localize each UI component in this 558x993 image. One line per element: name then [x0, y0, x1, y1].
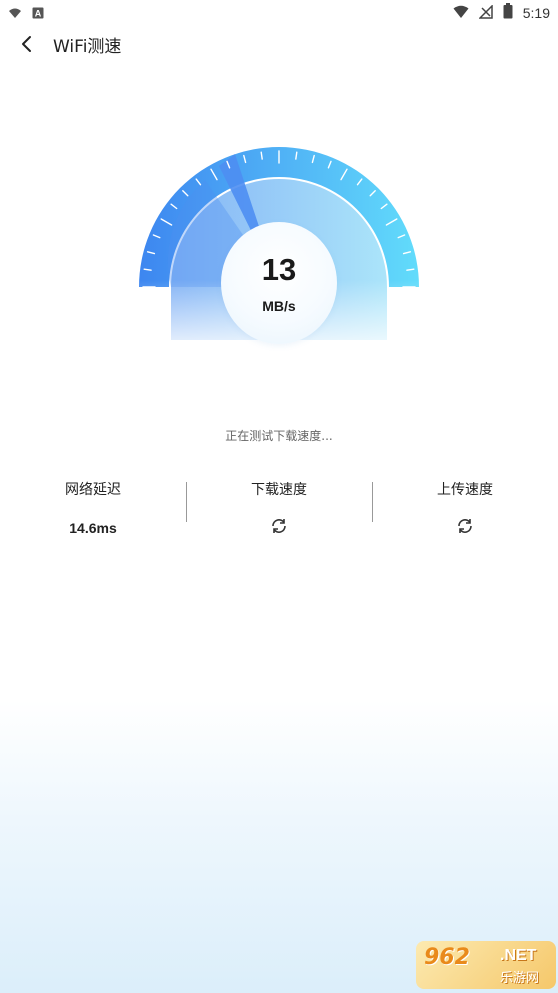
upload-label: 上传速度 — [437, 482, 493, 498]
loading-refresh-icon — [455, 516, 475, 536]
status-bar-right: 5:19 — [453, 3, 550, 23]
watermark-logo: 962 .NET 乐游网 — [416, 941, 556, 989]
latency-stat: 网络延迟 14.6ms — [0, 480, 186, 536]
gauge-tick — [143, 268, 152, 271]
latency-label: 网络延迟 — [65, 482, 121, 498]
gauge-tick — [260, 151, 263, 160]
upload-stat: 上传速度 — [372, 480, 558, 540]
speed-unit: MB/s — [262, 298, 296, 314]
download-label: 下载速度 — [251, 482, 307, 498]
speed-gauge: 13 MB/s — [135, 140, 423, 360]
back-button[interactable] — [14, 32, 38, 56]
stats-row: 网络延迟 14.6ms 下载速度 上传速度 — [0, 480, 558, 536]
page-title: WiFi测速 — [53, 37, 122, 57]
chevron-left-icon — [22, 36, 31, 52]
speed-value: 13 — [261, 252, 297, 287]
gauge-tick — [295, 151, 298, 160]
cellular-signal-icon — [477, 3, 493, 23]
wifi-icon — [8, 4, 22, 23]
status-bar: A 5:19 — [0, 0, 558, 24]
app-bar: WiFi测速 — [0, 24, 558, 64]
status-time: 5:19 — [522, 5, 550, 21]
speed-readout-circle: 13 MB/s — [221, 222, 337, 344]
watermark-net: .NET — [500, 947, 537, 964]
test-status-text: 正在测试下载速度... — [225, 429, 333, 443]
download-stat: 下载速度 — [186, 480, 372, 540]
wifi-signal-icon — [453, 4, 469, 23]
status-bar-left: A — [8, 4, 44, 23]
loading-refresh-icon — [269, 516, 289, 536]
latency-value: 14.6ms — [69, 520, 117, 536]
watermark-brand: 962 — [424, 945, 470, 970]
gauge-tick — [406, 268, 415, 271]
svg-text:A: A — [35, 9, 42, 19]
notification-a-icon: A — [32, 4, 44, 23]
battery-icon — [503, 3, 513, 23]
watermark-sub: 乐游网 — [500, 971, 540, 986]
